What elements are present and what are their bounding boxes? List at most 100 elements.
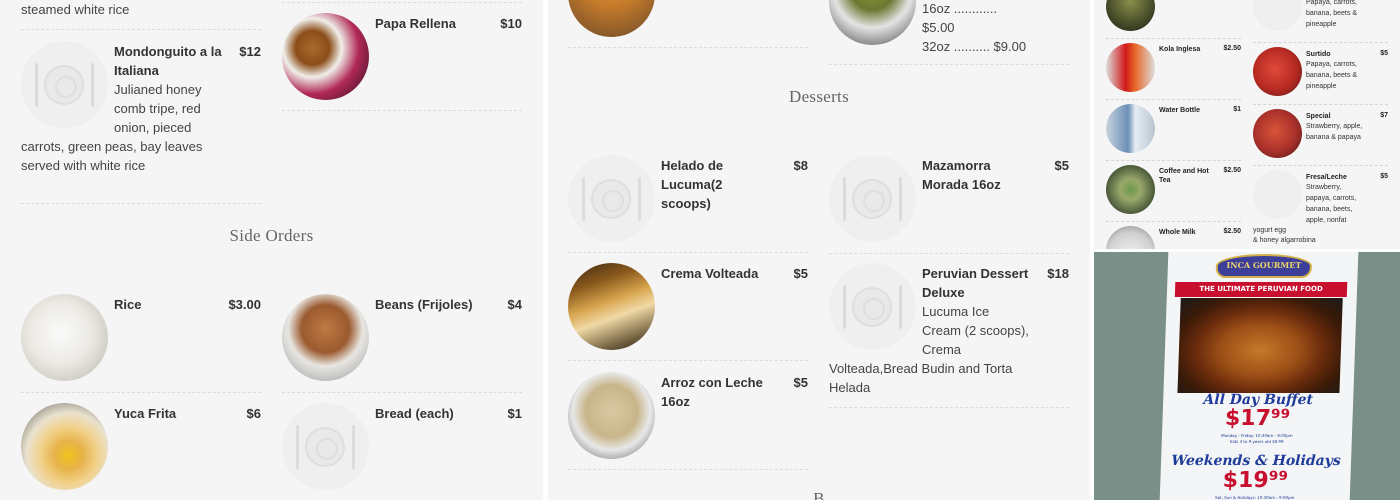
drink-name: Special: [1306, 113, 1331, 120]
food-photo: [282, 294, 369, 381]
logo-text: INCA GOURMET: [1226, 260, 1302, 270]
drink-name: Coffee and Hot Tea: [1159, 168, 1209, 184]
placeholder-plate-icon: [829, 263, 916, 350]
item-divider: [21, 29, 261, 30]
item-divider: [1106, 221, 1241, 222]
food-photo: [829, 0, 916, 45]
food-photo: [568, 263, 655, 350]
item-price: $18: [1047, 266, 1069, 281]
drink-description: banana, beets &: [1306, 10, 1357, 17]
item-divider: [1106, 99, 1241, 100]
item-name: Yuca Frita: [114, 406, 177, 421]
placeholder-plate-icon: [1253, 170, 1302, 219]
drink-price: $2.50: [1223, 228, 1241, 235]
item-price: $6: [246, 406, 261, 421]
menu-item-fries-partial[interactable]: [568, 0, 808, 48]
drink-description: Papaya, carrots,: [1306, 61, 1357, 68]
drink-photo[interactable]: [1253, 109, 1302, 158]
menu-item-beans[interactable]: Beans (Frijoles) $4: [282, 294, 522, 394]
description-fragment: steamed white rice: [21, 2, 130, 17]
roast-chicken-photo: [1177, 298, 1343, 393]
buffet-flyer-photo: INCA GOURMET THE ULTIMATE PERUVIAN FOOD …: [1094, 252, 1400, 500]
drink-price: $1: [1233, 106, 1241, 113]
placeholder-plate-icon: [282, 403, 369, 490]
item-divider: [568, 469, 808, 470]
drink-description: banana, beets,: [1306, 206, 1353, 213]
menu-item-arroz-con-leche[interactable]: Arroz con Leche 16oz $5: [568, 372, 808, 470]
item-description: Julianed honey: [114, 82, 202, 97]
item-name: Bread (each): [375, 406, 454, 421]
size-price-line: 32oz .......... $9.00: [922, 39, 1027, 54]
drink-photo[interactable]: [1106, 43, 1155, 92]
item-price: $5: [1054, 158, 1069, 173]
item-price: $5: [793, 266, 808, 281]
drink-description: papaya, carrots,: [1306, 195, 1357, 202]
size-price-line: $5.00: [922, 20, 955, 35]
item-name: Rice: [114, 297, 142, 312]
placeholder-plate-icon: [829, 155, 916, 242]
item-name: Crema Volteada: [661, 266, 759, 281]
menu-panel-desserts: 16oz ............ $5.00 32oz .......... …: [548, 0, 1090, 500]
drink-photo[interactable]: [1253, 47, 1302, 96]
item-divider: [282, 2, 522, 3]
section-title-desserts: Desserts: [789, 87, 849, 106]
drink-description: yogurt egg: [1253, 227, 1287, 234]
item-divider: [829, 253, 1069, 254]
item-price: $3.00: [228, 297, 261, 312]
menu-panel-mains-sides: steamed white rice Mondonguito a la Ital…: [0, 0, 543, 500]
flyer-banner: THE ULTIMATE PERUVIAN FOOD: [1174, 282, 1348, 297]
menu-item-drink-partial[interactable]: 16oz ............ $5.00 32oz .......... …: [829, 0, 1069, 65]
drink-description: Strawberry, apple,: [1306, 123, 1363, 130]
buffet-hours: Monday - Friday: 10:30am - 8:00pm: [1221, 433, 1293, 438]
menu-panel-drinks: Kola Inglesa $2.50 Water Bottle $1 Coffe…: [1094, 0, 1400, 249]
menu-item-rice[interactable]: Rice $3.00: [21, 294, 261, 394]
menu-item-peruvian-dessert-deluxe[interactable]: Peruvian Dessert Deluxe $18 Lucuma Ice C…: [829, 253, 1069, 408]
item-price: $1: [507, 406, 522, 421]
drink-price: $7: [1380, 112, 1388, 119]
drink-price: $5: [1380, 173, 1388, 180]
item-divider: [282, 392, 522, 393]
menu-item-bread[interactable]: Bread (each) $1: [282, 403, 522, 500]
item-name: Mondonguito a la Italiana: [114, 44, 222, 78]
item-price: $4: [507, 297, 522, 312]
item-price: $5: [793, 375, 808, 390]
item-divider: [1253, 42, 1388, 43]
drink-photo[interactable]: [1106, 226, 1155, 249]
buffet-kids-price: Kids 3 to 9 years old $8.99: [1229, 439, 1284, 444]
section-title-side-orders: Side Orders: [229, 226, 314, 245]
drink-description: Strawberry,: [1306, 184, 1342, 191]
item-description: onion, pieced: [114, 120, 192, 135]
food-photo: [21, 294, 108, 381]
item-name: Peruvian Dessert Deluxe: [922, 266, 1029, 300]
item-price: $12: [239, 44, 261, 59]
menu-item-papa-rellena[interactable]: Papa Rellena $10: [282, 2, 522, 112]
menu-item-helado-lucuma[interactable]: Helado de Lucuma(2 scoops) $8: [568, 155, 808, 254]
food-photo: [21, 403, 108, 490]
item-name: Beans (Frijoles): [375, 297, 473, 312]
item-name: Arroz con Leche 16oz: [661, 375, 763, 409]
menu-item-crema-volteada[interactable]: Crema Volteada $5: [568, 263, 808, 362]
menu-item-mondonguito[interactable]: Mondonguito a la Italiana $12 Julianed h…: [21, 29, 261, 204]
food-photo: [568, 372, 655, 459]
drink-description: pineapple: [1306, 21, 1337, 28]
weekend-label: Weekends & Holidays: [1171, 453, 1342, 469]
item-description: Lucuma Ice: [922, 304, 990, 319]
drink-description: apple, nonfat: [1306, 217, 1347, 224]
item-description: Crema: [922, 342, 962, 357]
item-divider: [1253, 104, 1388, 105]
item-name: Helado de Lucuma(2 scoops): [661, 158, 724, 211]
drink-price: $2.50: [1223, 167, 1241, 174]
item-name: Papa Rellena: [375, 16, 456, 31]
drink-name: Fresa/Leche: [1306, 174, 1347, 181]
drink-price: $2.50: [1223, 45, 1241, 52]
item-price: $8: [793, 158, 808, 173]
menu-item-mazamorra-morada[interactable]: Mazamorra Morada 16oz $5: [829, 155, 1069, 254]
buffet-price: $17⁹⁹: [1224, 406, 1291, 431]
item-divider: [282, 110, 522, 111]
item-divider: [568, 360, 808, 361]
drink-photo[interactable]: [1106, 104, 1155, 153]
menu-item-yuca-frita[interactable]: Yuca Frita $6: [21, 403, 261, 500]
drink-photo[interactable]: [1106, 165, 1155, 214]
placeholder-plate-icon: [21, 41, 108, 128]
item-description: Cream (2 scoops),: [922, 323, 1029, 338]
